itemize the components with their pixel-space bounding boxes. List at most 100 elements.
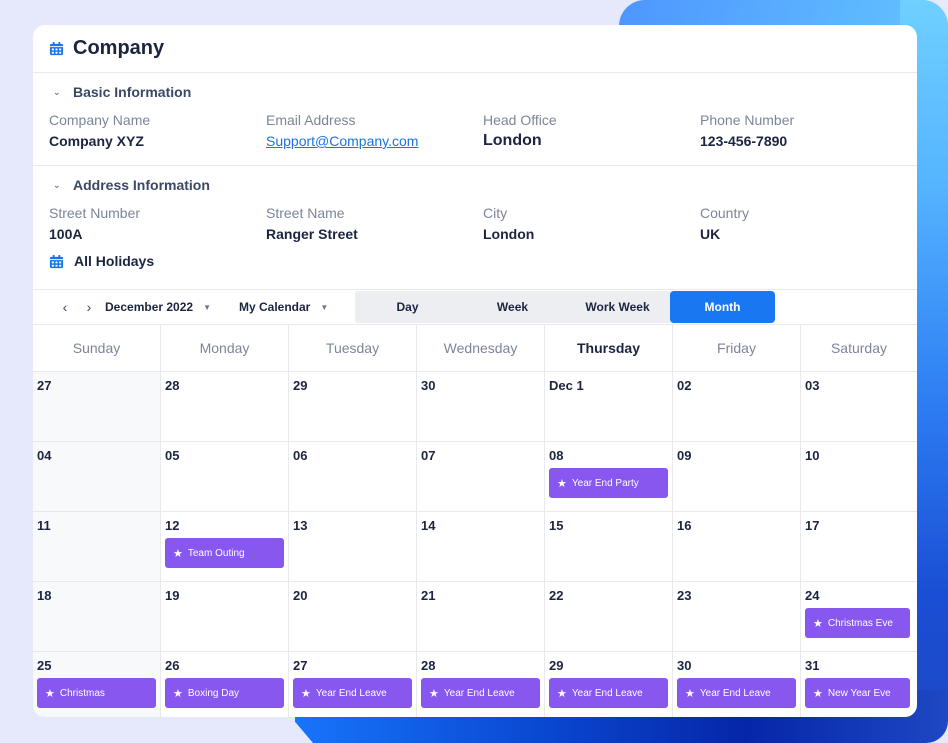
calendar-day-cell[interactable]: 16 xyxy=(673,512,801,581)
day-number: 24 xyxy=(805,588,820,603)
field-email: Email Address Support@Company.com xyxy=(266,111,483,152)
calendar-day-cell[interactable]: 06 xyxy=(289,442,417,511)
weekday-sunday: Sunday xyxy=(33,325,161,371)
calendar-week-row: 04 05 06 07 08 ★ Year End Party 09 10 xyxy=(33,442,917,512)
day-number: 29 xyxy=(293,378,308,393)
field-label: Head Office xyxy=(483,112,557,128)
calendar-selector-label: My Calendar xyxy=(239,300,311,314)
holiday-event-label: Christmas xyxy=(59,687,105,699)
holiday-event-label: Year End Leave xyxy=(699,687,771,699)
month-selector[interactable]: December 2022 ▼ xyxy=(105,300,239,314)
calendar-day-cell[interactable]: 04 xyxy=(33,442,161,511)
star-icon: ★ xyxy=(429,687,439,700)
day-number: 08 xyxy=(549,448,564,463)
calendar-day-cell[interactable]: 07 xyxy=(417,442,545,511)
calendar-day-cell[interactable]: 27 ★ Year End Leave xyxy=(289,652,417,717)
field-value: 100A xyxy=(49,226,83,242)
view-week-button[interactable]: Week xyxy=(460,291,565,323)
holiday-event-label: Year End Leave xyxy=(443,687,515,699)
day-number: 05 xyxy=(165,448,180,463)
calendar-day-cell[interactable]: 29 ★ Year End Leave xyxy=(545,652,673,717)
holiday-event[interactable]: ★ Year End Leave xyxy=(421,678,540,708)
calendar-day-cell[interactable]: 10 xyxy=(801,442,917,511)
day-number: 09 xyxy=(677,448,692,463)
calendar-day-cell[interactable]: 12 ★ Team Outing xyxy=(161,512,289,581)
calendar-day-cell[interactable]: 31 ★ New Year Eve xyxy=(801,652,917,717)
day-number: 27 xyxy=(37,378,52,393)
day-number: 25 xyxy=(37,658,52,673)
calendar-day-cell[interactable]: 20 xyxy=(289,582,417,651)
day-number: 07 xyxy=(421,448,436,463)
calendar-toolbar: ‹ › December 2022 ▼ My Calendar ▼ Day We… xyxy=(33,289,917,325)
star-icon: ★ xyxy=(557,477,567,490)
calendar-day-cell[interactable]: 29 xyxy=(289,372,417,441)
star-icon: ★ xyxy=(813,687,823,700)
calendar-day-cell[interactable]: 02 xyxy=(673,372,801,441)
holiday-event[interactable]: ★ New Year Eve xyxy=(805,678,910,708)
holiday-event[interactable]: ★ Year End Leave xyxy=(677,678,796,708)
holiday-event[interactable]: ★ Team Outing xyxy=(165,538,284,568)
weekday-header: Sunday Monday Tuesday Wednesday Thursday Frid… xyxy=(33,325,917,372)
calendar-day-cell[interactable]: 26 ★ Boxing Day xyxy=(161,652,289,717)
day-number: 04 xyxy=(37,448,52,463)
view-day-button[interactable]: Day xyxy=(355,291,460,323)
calendar-day-cell[interactable]: Dec 1 xyxy=(545,372,673,441)
calendar-day-cell[interactable]: 27 xyxy=(33,372,161,441)
holiday-event[interactable]: ★ Christmas xyxy=(37,678,156,708)
calendar-day-cell[interactable]: 21 xyxy=(417,582,545,651)
address-information-toggle[interactable]: ⌄ Address Information xyxy=(33,166,917,204)
calendar-day-cell[interactable]: 24 ★ Christmas Eve xyxy=(801,582,917,651)
calendar-day-cell[interactable]: 03 xyxy=(801,372,917,441)
calendar-day-cell[interactable]: 13 xyxy=(289,512,417,581)
field-label: Company Name xyxy=(49,112,151,128)
day-number: Dec 1 xyxy=(549,378,584,393)
calendar-day-cell[interactable]: 09 xyxy=(673,442,801,511)
calendar-day-cell[interactable]: 22 xyxy=(545,582,673,651)
calendar-day-cell[interactable]: 17 xyxy=(801,512,917,581)
calendar-day-cell[interactable]: 30 ★ Year End Leave xyxy=(673,652,801,717)
calendar-day-cell[interactable]: 08 ★ Year End Party xyxy=(545,442,673,511)
calendar-day-cell[interactable]: 11 xyxy=(33,512,161,581)
field-company-name: Company Name Company XYZ xyxy=(49,111,266,152)
field-label: Email Address xyxy=(266,112,356,128)
day-number: 10 xyxy=(805,448,820,463)
month-calendar: Sunday Monday Tuesday Wednesday Thursday Frid… xyxy=(33,325,917,717)
calendar-day-cell[interactable]: 28 xyxy=(161,372,289,441)
calendar-day-cell[interactable]: 23 xyxy=(673,582,801,651)
weekday-saturday: Saturday xyxy=(830,340,888,356)
calendar-day-cell[interactable]: 19 xyxy=(161,582,289,651)
calendar-day-cell[interactable]: 30 xyxy=(417,372,545,441)
chevron-down-icon: ⌄ xyxy=(53,179,61,190)
next-month-button[interactable]: › xyxy=(77,299,101,315)
view-month-button[interactable]: Month xyxy=(670,291,775,323)
calendar-day-cell[interactable]: 15 xyxy=(545,512,673,581)
basic-information-section: ⌄ Basic Information Company Name Company… xyxy=(33,73,917,165)
holiday-event[interactable]: ★ Christmas Eve xyxy=(805,608,910,638)
calendar-day-cell[interactable]: 14 xyxy=(417,512,545,581)
calendar-day-cell[interactable]: 05 xyxy=(161,442,289,511)
email-link[interactable]: Support@Company.com xyxy=(266,130,483,152)
card-header: Company xyxy=(33,25,917,73)
star-icon: ★ xyxy=(173,687,183,700)
calendar-day-cell[interactable]: 28 ★ Year End Leave xyxy=(417,652,545,717)
field-value: London xyxy=(483,132,542,149)
weekday-thursday: Thursday xyxy=(545,325,673,371)
basic-information-toggle[interactable]: ⌄ Basic Information xyxy=(33,73,917,111)
field-value: Company XYZ xyxy=(49,133,144,149)
holidays-header: All Holidays xyxy=(33,247,917,275)
section-label: Address Information xyxy=(73,177,210,193)
prev-month-button[interactable]: ‹ xyxy=(53,299,77,315)
holiday-event[interactable]: ★ Year End Party xyxy=(549,468,668,498)
field-phone: Phone Number 123-456-7890 xyxy=(700,111,917,152)
view-switcher: Day Week Work Week Month xyxy=(355,291,775,323)
calendar-day-cell[interactable]: 18 xyxy=(33,582,161,651)
holiday-event[interactable]: ★ Year End Leave xyxy=(549,678,668,708)
holiday-event[interactable]: ★ Boxing Day xyxy=(165,678,284,708)
calendar-selector[interactable]: My Calendar ▼ xyxy=(239,300,357,314)
calendar-day-cell[interactable]: 25 ★ Christmas xyxy=(33,652,161,717)
field-country: Country UK xyxy=(700,204,917,245)
holiday-event[interactable]: ★ Year End Leave xyxy=(293,678,412,708)
day-number: 14 xyxy=(421,518,436,533)
page-title: Company xyxy=(73,37,165,59)
view-work-week-button[interactable]: Work Week xyxy=(565,291,670,323)
